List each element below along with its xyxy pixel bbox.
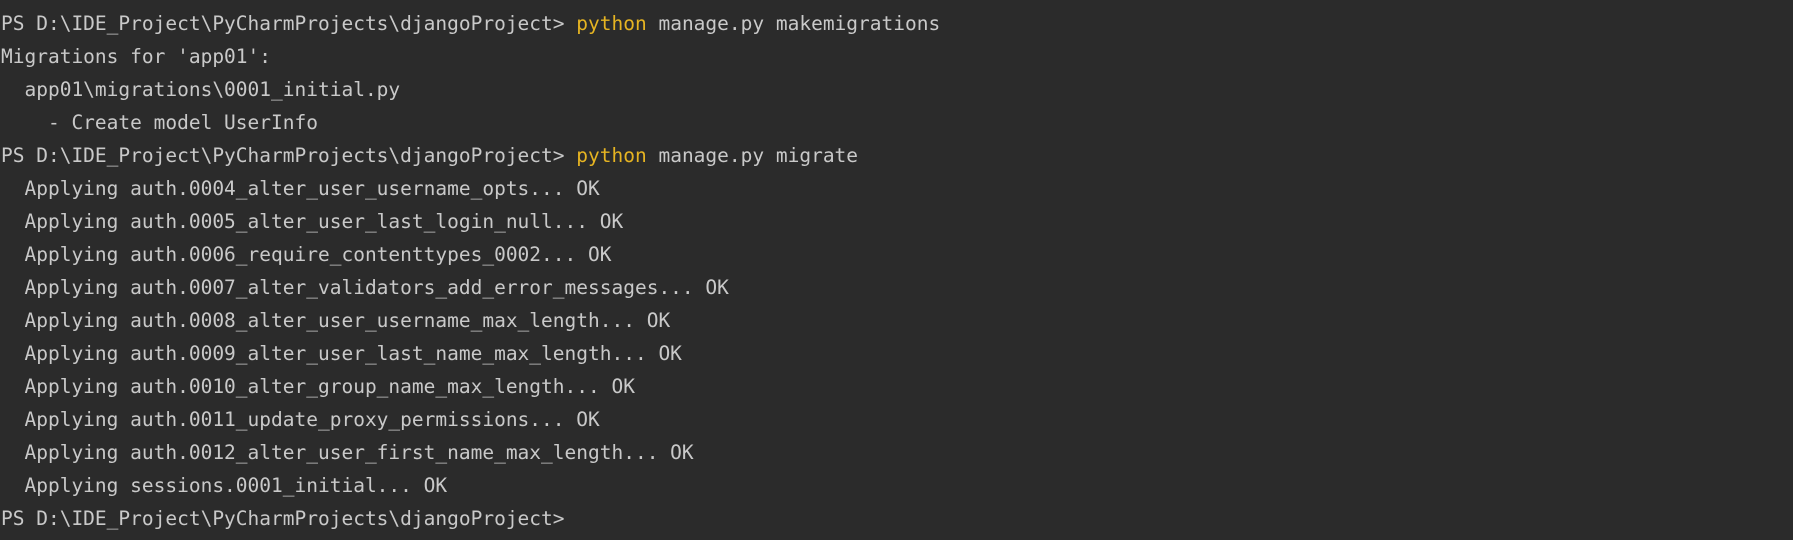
terminal-line-output: Applying auth.0010_alter_group_name_max_… xyxy=(1,375,635,398)
shell-prompt: PS D:\IDE_Project\PyCharmProjects\django… xyxy=(1,507,577,530)
shell-prompt: PS D:\IDE_Project\PyCharmProjects\django… xyxy=(1,144,577,167)
terminal-line-output: Applying auth.0012_alter_user_first_name… xyxy=(1,441,694,464)
command-args: manage.py makemigrations xyxy=(646,12,941,35)
terminal-line-output: Applying auth.0008_alter_user_username_m… xyxy=(1,309,671,332)
terminal-line-output: - Create model UserInfo xyxy=(1,111,318,134)
terminal-line-command: PS D:\IDE_Project\PyCharmProjects\django… xyxy=(1,7,1793,40)
terminal-line-command: PS D:\IDE_Project\PyCharmProjects\django… xyxy=(1,139,1793,172)
terminal-line-output: Applying auth.0011_update_proxy_permissi… xyxy=(1,408,600,431)
terminal-line-output: app01\migrations\0001_initial.py xyxy=(1,78,401,101)
shell-prompt: PS D:\IDE_Project\PyCharmProjects\django… xyxy=(1,12,577,35)
terminal-line-output: Applying auth.0006_require_contenttypes_… xyxy=(1,243,612,266)
terminal-output[interactable]: PS D:\IDE_Project\PyCharmProjects\django… xyxy=(0,0,1793,540)
terminal-line-output: Applying sessions.0001_initial... OK xyxy=(1,474,448,497)
command-name: python xyxy=(576,144,647,167)
terminal-line-output: Applying auth.0009_alter_user_last_name_… xyxy=(1,342,682,365)
terminal-line-output: Applying auth.0007_alter_validators_add_… xyxy=(1,276,729,299)
command-args: manage.py migrate xyxy=(646,144,859,167)
terminal-line-command[interactable]: PS D:\IDE_Project\PyCharmProjects\django… xyxy=(1,502,1793,535)
terminal-line-output: Migrations for 'app01': xyxy=(1,45,272,68)
terminal-line-output: Applying auth.0005_alter_user_last_login… xyxy=(1,210,624,233)
terminal-line-output: Applying auth.0004_alter_user_username_o… xyxy=(1,177,600,200)
command-name: python xyxy=(576,12,647,35)
